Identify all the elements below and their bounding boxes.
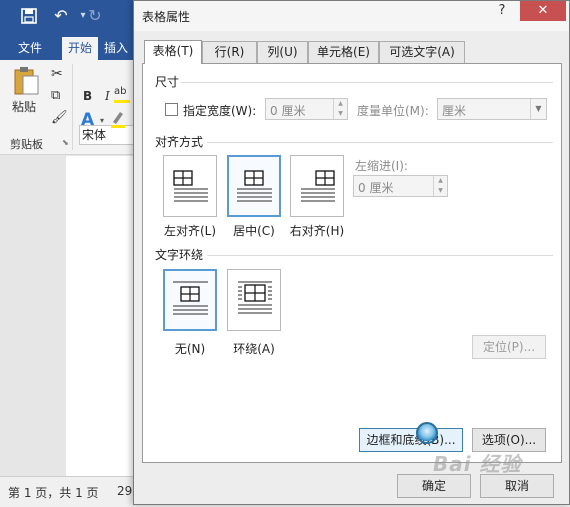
align-left-label[interactable]: 左对齐(L) <box>155 222 225 239</box>
section-divider <box>207 142 553 143</box>
positioning-button[interactable]: 定位(P)... <box>472 335 546 359</box>
mouse-cursor-highlight-icon <box>416 422 438 444</box>
clipboard-group-label: 剪贴板 <box>10 138 43 151</box>
cut-icon[interactable]: ✂ <box>51 66 63 82</box>
align-center-icon <box>237 170 272 202</box>
align-center-option[interactable] <box>227 155 281 217</box>
word-count-status[interactable]: 29 <box>117 484 132 498</box>
spin-down-icon[interactable]: ▼ <box>334 109 347 119</box>
highlight-button[interactable]: ab <box>114 86 126 97</box>
text-effects-dropdown-icon[interactable]: ▾ <box>100 116 104 125</box>
table-tab-panel: 尺寸 指定宽度(W): 0 厘米 ▲▼ 度量单位(M): 厘米 ▼ 对齐方式 <box>142 63 562 463</box>
preferred-width-label: 指定宽度(W): <box>183 104 257 118</box>
tab-table[interactable]: 表格(T) <box>144 40 202 64</box>
preferred-width-value: 0 厘米 <box>270 104 306 118</box>
section-divider <box>207 255 553 256</box>
paste-label[interactable]: 粘贴 <box>12 98 36 115</box>
help-button[interactable]: ? <box>486 1 518 21</box>
undo-icon[interactable]: ↶ <box>50 5 72 27</box>
watermark-logo: Bai 经验 <box>433 452 522 476</box>
indent-from-left-value: 0 厘米 <box>358 181 394 195</box>
table-properties-dialog: 表格属性 ? ✕ 表格(T) 行(R) 列(U) 单元格(E) 可选文字(A) … <box>133 0 570 505</box>
highlight-color-bar <box>114 100 130 103</box>
wrap-around-icon <box>238 281 272 314</box>
spin-up-icon[interactable]: ▲ <box>434 176 447 186</box>
chevron-down-icon[interactable]: ▼ <box>530 99 546 119</box>
copy-icon[interactable]: ⧉ <box>51 88 60 103</box>
measure-in-select[interactable]: 厘米 ▼ <box>437 98 547 120</box>
align-left-option[interactable] <box>163 155 217 217</box>
tab-alt-text[interactable]: 可选文字(A) <box>379 41 465 63</box>
dialog-title: 表格属性 <box>142 10 191 24</box>
ok-button[interactable]: 确定 <box>397 474 471 498</box>
tab-cell[interactable]: 单元格(E) <box>308 41 379 63</box>
indent-from-left-spinner[interactable]: 0 厘米 ▲ ▼ <box>353 175 448 197</box>
align-left-icon <box>173 170 208 202</box>
text-effects-button[interactable]: A <box>81 110 94 130</box>
alignment-section-title: 对齐方式 <box>155 135 204 149</box>
tab-home[interactable]: 开始 <box>62 37 99 60</box>
tab-row[interactable]: 行(R) <box>202 41 257 63</box>
format-painter-icon[interactable]: 🖌 <box>51 110 68 125</box>
bold-button[interactable]: B <box>83 89 92 103</box>
align-right-icon <box>301 170 335 202</box>
measure-in-value: 厘米 <box>442 104 467 118</box>
tab-file[interactable]: 文件 <box>12 37 48 60</box>
page-count-status[interactable]: 第 1 页，共 1 页 <box>8 484 99 501</box>
group-divider <box>72 64 73 150</box>
dialog-launcher-icon[interactable]: ⬊ <box>62 138 69 147</box>
indent-from-left-label: 左缩进(I): <box>355 159 408 173</box>
dialog-titlebar[interactable]: 表格属性 ? ✕ <box>134 1 569 31</box>
save-icon[interactable] <box>18 5 40 27</box>
size-section-title: 尺寸 <box>155 75 180 89</box>
wrap-none-icon <box>173 281 208 315</box>
italic-button[interactable]: I <box>105 89 110 103</box>
wrapping-section-title: 文字环绕 <box>155 248 204 262</box>
document-page[interactable] <box>66 156 136 476</box>
wrap-none-option[interactable] <box>163 269 217 331</box>
paste-icon[interactable] <box>12 66 40 99</box>
section-divider <box>181 82 553 83</box>
redo-icon[interactable]: ↻ <box>84 5 106 27</box>
preferred-width-spinner[interactable]: 0 厘米 ▲ ▼ <box>265 98 348 120</box>
wrap-none-label[interactable]: 无(N) <box>155 340 225 357</box>
close-button[interactable]: ✕ <box>520 1 566 21</box>
highlighter-icon[interactable] <box>110 110 126 128</box>
align-right-label[interactable]: 右对齐(H) <box>282 222 352 239</box>
wrap-around-option[interactable] <box>227 269 281 331</box>
cancel-button[interactable]: 取消 <box>480 474 554 498</box>
align-center-label[interactable]: 居中(C) <box>219 222 289 239</box>
align-right-option[interactable] <box>290 155 344 217</box>
preferred-width-checkbox[interactable] <box>165 103 178 116</box>
tab-insert[interactable]: 插入 <box>98 37 134 60</box>
tab-column[interactable]: 列(U) <box>257 41 308 63</box>
measure-in-label: 度量单位(M): <box>357 104 429 118</box>
wrap-around-label[interactable]: 环绕(A) <box>219 340 289 357</box>
spin-down-icon[interactable]: ▼ <box>434 186 447 196</box>
spin-up-icon[interactable]: ▲ <box>334 99 347 109</box>
